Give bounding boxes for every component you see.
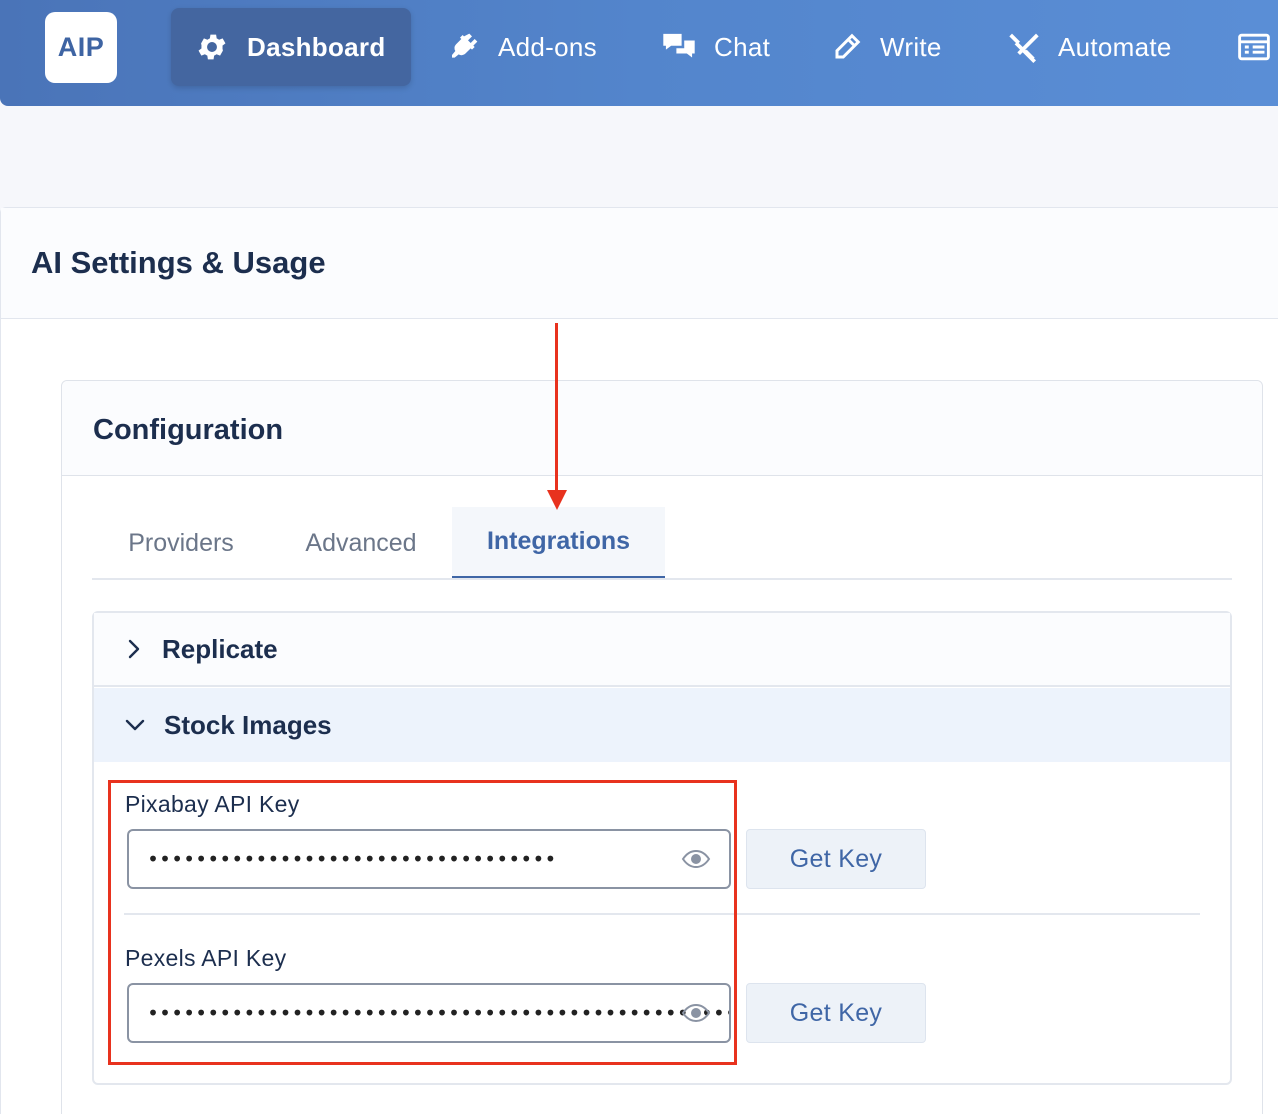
nav-item-more[interactable]: [1237, 8, 1278, 86]
chevron-right-icon: [128, 639, 140, 659]
nav-label-automate: Automate: [1058, 31, 1172, 62]
accordion-header-stock-images[interactable]: Stock Images: [94, 688, 1230, 762]
annotation-arrow-line: [555, 323, 558, 493]
configuration-title: Configuration: [93, 414, 284, 446]
list-window-icon: [1238, 33, 1270, 61]
tab-advanced[interactable]: Advanced: [270, 507, 452, 579]
nav-label-chat: Chat: [714, 31, 771, 62]
pixabay-get-key-label: Get Key: [789, 844, 883, 873]
plug-icon: [452, 33, 478, 58]
chevron-down-icon: [125, 719, 145, 731]
nav-item-write[interactable]: Write: [832, 8, 942, 86]
nav-label-write: Write: [880, 31, 942, 62]
tab-integrations[interactable]: Integrations: [452, 507, 665, 579]
panel-header: AI Settings & Usage: [1, 208, 1278, 319]
annotation-arrow-head: [547, 490, 567, 510]
logo-text: AIP: [57, 32, 105, 62]
pencil-icon: [835, 33, 861, 59]
crossed-tools-icon: [1009, 33, 1039, 63]
tabs-underline: [92, 578, 1232, 580]
accordion-header-replicate[interactable]: Replicate: [94, 613, 1230, 687]
accordion-label-replicate: Replicate: [162, 633, 278, 664]
nav-label-dashboard: Dashboard: [247, 31, 386, 62]
nav-item-add-ons[interactable]: Add-ons: [448, 8, 597, 86]
nav-item-automate[interactable]: Automate: [1008, 8, 1172, 86]
tab-label-providers: Providers: [128, 528, 234, 557]
nav-item-chat[interactable]: Chat: [662, 8, 770, 86]
app-logo[interactable]: AIP: [45, 12, 117, 83]
tab-providers[interactable]: Providers: [92, 507, 270, 579]
page-title: AI Settings & Usage: [31, 245, 326, 280]
chat-bubbles-icon: [663, 33, 695, 58]
pexels-get-key-button[interactable]: Get Key: [746, 983, 926, 1043]
nav-label-add-ons: Add-ons: [498, 31, 597, 62]
tab-label-integrations: Integrations: [486, 527, 631, 555]
accordion-label-stock-images: Stock Images: [164, 709, 332, 740]
pexels-get-key-label: Get Key: [789, 998, 883, 1027]
annotation-highlight-box: [108, 780, 737, 1065]
tab-label-advanced: Advanced: [305, 528, 417, 557]
top-navigation-bar: AIP Dashboard Add-ons Chat Write Automat…: [0, 0, 1278, 106]
pixabay-get-key-button[interactable]: Get Key: [746, 829, 926, 889]
gear-icon: [198, 34, 226, 60]
configuration-header: Configuration: [62, 381, 1262, 476]
nav-item-dashboard[interactable]: Dashboard: [171, 8, 411, 86]
